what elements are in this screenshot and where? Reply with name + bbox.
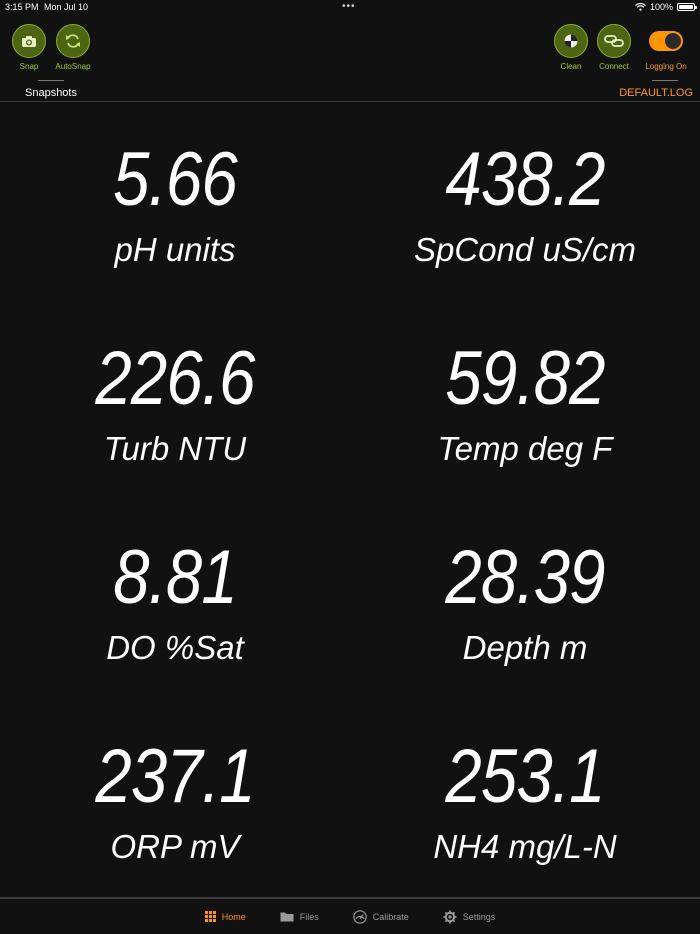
toolbar: Snap AutoSnap Snapshots Clean Connect Lo… bbox=[0, 14, 700, 102]
multitask-dots[interactable]: ••• bbox=[342, 1, 356, 12]
snapshots-divider bbox=[38, 80, 64, 81]
reading-nh4: 253.1 NH4 mg/L-N bbox=[350, 699, 700, 898]
autosnap-label: AutoSnap bbox=[55, 62, 91, 71]
status-date: Mon Jul 10 bbox=[44, 2, 89, 12]
reading-value: 226.6 bbox=[95, 336, 255, 421]
tab-bar: Home Files Calibrate Settings bbox=[0, 899, 700, 934]
grid-icon bbox=[204, 911, 216, 922]
reading-unit: NH4 mg/L-N bbox=[433, 828, 617, 865]
status-bar: 3:15 PM Mon Jul 10 ••• 100% bbox=[0, 0, 700, 14]
reading-value: 59.82 bbox=[445, 336, 605, 421]
gear-icon bbox=[443, 910, 457, 923]
status-right: 100% bbox=[635, 2, 697, 12]
reading-unit: ORP mV bbox=[110, 828, 240, 865]
logging-toggle[interactable]: Logging On bbox=[638, 24, 694, 71]
wiper-icon bbox=[554, 24, 588, 58]
status-time: 3:15 PM bbox=[5, 2, 39, 12]
snap-label: Snap bbox=[19, 62, 39, 71]
reading-depth: 28.39 Depth m bbox=[350, 500, 700, 699]
battery-percent: 100% bbox=[649, 2, 673, 12]
toggle-knob bbox=[665, 33, 681, 49]
reading-spcond: 438.2 SpCond uS/cm bbox=[350, 102, 700, 301]
reading-value: 237.1 bbox=[95, 734, 255, 819]
tab-label: Files bbox=[299, 911, 319, 922]
tab-label: Calibrate bbox=[372, 911, 409, 922]
tab-label: Settings bbox=[462, 911, 496, 922]
tab-settings[interactable]: Settings bbox=[443, 910, 496, 924]
readings-grid: 5.66 pH units 438.2 SpCond uS/cm 226.6 T… bbox=[0, 102, 700, 898]
reading-value: 28.39 bbox=[445, 535, 605, 620]
battery-icon bbox=[677, 3, 697, 11]
logging-switch[interactable] bbox=[649, 31, 683, 51]
reading-ph: 5.66 pH units bbox=[0, 102, 350, 301]
reading-unit: pH units bbox=[114, 231, 236, 268]
reading-unit: Depth m bbox=[462, 629, 588, 666]
tab-calibrate[interactable]: Calibrate bbox=[352, 909, 409, 924]
reading-unit: DO %Sat bbox=[106, 629, 244, 666]
reading-value: 8.81 bbox=[113, 535, 238, 620]
snapshots-title: Snapshots bbox=[25, 87, 77, 99]
reading-turbidity: 226.6 Turb NTU bbox=[0, 301, 350, 500]
tab-files[interactable]: Files bbox=[280, 911, 319, 922]
wifi-icon bbox=[635, 3, 646, 11]
gauge-icon bbox=[352, 909, 367, 924]
refresh-icon bbox=[56, 24, 90, 58]
reading-value: 253.1 bbox=[445, 734, 605, 819]
clean-label: Clean bbox=[560, 62, 582, 71]
autosnap-button[interactable]: AutoSnap bbox=[45, 24, 101, 71]
reading-orp: 237.1 ORP mV bbox=[0, 699, 350, 898]
camera-icon bbox=[12, 24, 46, 58]
tab-home[interactable]: Home bbox=[204, 911, 246, 922]
tab-label: Home bbox=[221, 911, 246, 922]
reading-value: 438.2 bbox=[445, 137, 605, 222]
reading-unit: SpCond uS/cm bbox=[414, 231, 636, 268]
log-file-name[interactable]: DEFAULT.LOG bbox=[619, 87, 693, 99]
connect-label: Connect bbox=[599, 62, 629, 71]
connect-button[interactable]: Connect bbox=[586, 24, 642, 71]
reading-do: 8.81 DO %Sat bbox=[0, 500, 350, 699]
link-icon bbox=[597, 24, 631, 58]
reading-value: 5.66 bbox=[113, 137, 238, 222]
logging-label: Logging On bbox=[645, 62, 687, 71]
reading-temperature: 59.82 Temp deg F bbox=[350, 301, 700, 500]
reading-unit: Turb NTU bbox=[103, 430, 247, 467]
reading-unit: Temp deg F bbox=[437, 430, 613, 467]
folder-icon bbox=[280, 912, 294, 922]
log-divider bbox=[652, 80, 678, 81]
